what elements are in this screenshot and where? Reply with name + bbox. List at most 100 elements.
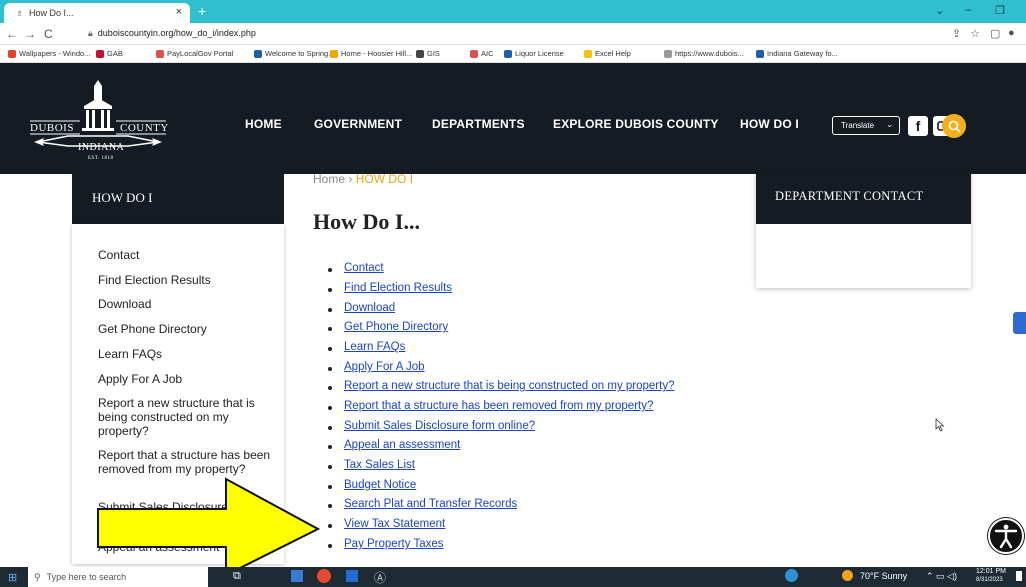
bookmark-item[interactable]: Welcome to Spring...: [254, 49, 334, 58]
outlook-icon[interactable]: [346, 570, 358, 582]
bullet-icon: [328, 288, 332, 292]
sidebar-item-learn-faqs[interactable]: Learn FAQs: [98, 347, 274, 361]
bookmark-label: Liquor License: [515, 49, 564, 58]
bullet-icon: [328, 426, 332, 430]
sidebar-item-report-structure-removed[interactable]: Report that a structure has been removed…: [98, 448, 274, 476]
bookmark-item[interactable]: Excel Help: [584, 49, 631, 58]
chevron-down-icon: ⌄: [886, 120, 893, 129]
bookmark-label: Welcome to Spring...: [265, 49, 335, 58]
new-tab-button[interactable]: +: [198, 3, 206, 19]
url-field[interactable]: 🔒︎ duboiscountyin.org/how_do_i/index.php: [88, 28, 256, 39]
facebook-icon[interactable]: f: [908, 116, 928, 136]
bookmark-favicon-icon: [504, 49, 512, 58]
link-report-new-structure[interactable]: Report a new structure that is being con…: [344, 380, 674, 392]
link-appeal-assessment[interactable]: Appeal an assessment: [344, 439, 460, 451]
nav-home[interactable]: HOME: [245, 117, 282, 131]
nav-how-do-i[interactable]: HOW DO I: [740, 117, 799, 131]
forward-icon[interactable]: →: [24, 27, 36, 41]
bookmark-favicon-icon: [8, 49, 16, 58]
sidebar-item-find-election-results[interactable]: Find Election Results: [98, 273, 274, 287]
page-title: How Do I...: [313, 209, 420, 234]
link-find-election-results[interactable]: Find Election Results: [344, 282, 452, 294]
sidebar-item-report-new-structure[interactable]: Report a new structure that is being con…: [98, 396, 274, 438]
notification-icon[interactable]: [1016, 571, 1022, 581]
bookmark-favicon-icon: [156, 49, 164, 58]
sidebar-item-apply-for-a-job[interactable]: Apply For A Job: [98, 372, 274, 386]
reload-icon[interactable]: C: [44, 27, 53, 41]
accessibility-button[interactable]: [988, 518, 1024, 554]
help-icon[interactable]: [785, 569, 798, 582]
link-view-tax-statement[interactable]: View Tax Statement: [344, 518, 445, 530]
link-pay-property-taxes[interactable]: Pay Property Taxes: [344, 538, 444, 550]
tray-icons[interactable]: ⌃ ▭ ◁): [926, 571, 957, 582]
department-contact-panel: DEPARTMENT CONTACT: [756, 172, 971, 288]
share-icon[interactable]: ⇪: [952, 27, 961, 40]
link-get-phone-directory[interactable]: Get Phone Directory: [344, 321, 448, 333]
bookmark-favicon-icon: [584, 49, 592, 58]
translate-label: Translate: [841, 121, 875, 130]
task-view-icon[interactable]: ⧉: [233, 570, 241, 583]
bookmarks-bar: Wallpapers - Windo... GAB PayLocalGov Port…: [0, 45, 1026, 63]
bookmark-item[interactable]: AIC: [470, 49, 494, 58]
link-download[interactable]: Download: [344, 302, 395, 314]
back-icon[interactable]: ←: [6, 27, 18, 41]
link-apply-for-a-job[interactable]: Apply For A Job: [344, 361, 425, 373]
link-report-structure-removed[interactable]: Report that a structure has been removed…: [344, 400, 653, 412]
clock-date[interactable]: 8/31/2023: [976, 577, 1003, 583]
nav-departments[interactable]: DEPARTMENTS: [432, 117, 525, 131]
bookmark-star-icon[interactable]: ☆: [970, 27, 980, 40]
link-submit-sales-disclosure[interactable]: Submit Sales Disclosure form online?: [344, 420, 535, 432]
clock-time[interactable]: 12:01 PM: [976, 568, 1006, 575]
close-tab-icon[interactable]: ×: [176, 6, 182, 18]
annotation-arrow-icon: [97, 477, 321, 577]
breadcrumb-current: HOW DO I: [355, 172, 414, 186]
bullet-icon: [328, 544, 332, 548]
link-learn-faqs[interactable]: Learn FAQs: [344, 341, 405, 353]
site-search-button[interactable]: [942, 114, 966, 138]
maximize-icon[interactable]: ❐: [995, 4, 1005, 17]
bookmark-label: Home - Hoosier Hill...: [341, 49, 413, 58]
sidebar-item-contact[interactable]: Contact: [98, 248, 274, 262]
bookmark-favicon-icon: [254, 49, 262, 58]
sidebar-item-get-phone-directory[interactable]: Get Phone Directory: [98, 322, 274, 336]
share-side-tab[interactable]: [1013, 312, 1026, 334]
bookmark-item[interactable]: Home - Hoosier Hill...: [330, 49, 412, 58]
site-header: DUBOIS COUNTY INDIANA EST. 1818 HOME GOV…: [0, 63, 1026, 174]
weather-text[interactable]: 70°F Sunny: [860, 571, 907, 581]
taskbar-search-box[interactable]: ⚲ Type here to search: [28, 567, 208, 587]
sidebar-item-download[interactable]: Download: [98, 297, 274, 311]
bookmark-item[interactable]: GIS: [416, 49, 440, 58]
breadcrumb-home[interactable]: Home: [313, 172, 345, 186]
logo-state: INDIANA: [78, 142, 125, 153]
nav-explore-dubois-county[interactable]: EXPLORE DUBOIS COUNTY: [553, 117, 719, 131]
file-explorer-icon[interactable]: [291, 570, 303, 582]
nav-government[interactable]: GOVERNMENT: [314, 117, 402, 131]
site-favicon-icon: ♗: [16, 9, 24, 18]
bookmark-favicon-icon: [96, 49, 104, 58]
bookmark-item[interactable]: PayLocalGov Portal: [156, 49, 233, 58]
bookmark-item[interactable]: Liquor License: [504, 49, 564, 58]
windows-start-icon[interactable]: ⊞: [8, 571, 17, 584]
bullet-icon: [328, 485, 332, 489]
bullet-icon: [328, 308, 332, 312]
bullet-icon: [328, 327, 332, 331]
chrome-icon[interactable]: [317, 569, 331, 583]
taskbar-search-placeholder: Type here to search: [46, 572, 127, 582]
county-logo[interactable]: DUBOIS COUNTY INDIANA EST. 1818: [28, 78, 178, 168]
profile-icon[interactable]: ●: [1008, 27, 1015, 39]
app-icon[interactable]: Ⓐ: [374, 569, 386, 586]
link-contact[interactable]: Contact: [344, 262, 384, 274]
sidepanel-icon[interactable]: ▢: [990, 27, 1000, 40]
browser-tab[interactable]: ♗ How Do I... ×: [4, 3, 190, 23]
bookmark-item[interactable]: https://www.dubois...: [664, 49, 744, 58]
link-search-plat-transfer-records[interactable]: Search Plat and Transfer Records: [344, 498, 517, 510]
bookmark-item[interactable]: Wallpapers - Windo...: [8, 49, 90, 58]
translate-select[interactable]: Translate ⌄: [832, 116, 900, 135]
link-budget-notice[interactable]: Budget Notice: [344, 479, 416, 491]
minimize-icon[interactable]: –: [965, 4, 971, 16]
bookmark-label: GIS: [427, 49, 440, 58]
bookmark-item[interactable]: Indiana Gateway fo...: [756, 49, 838, 58]
tab-search-icon[interactable]: ⌄: [935, 4, 944, 17]
bookmark-item[interactable]: GAB: [96, 49, 123, 58]
link-tax-sales-list[interactable]: Tax Sales List: [344, 459, 415, 471]
